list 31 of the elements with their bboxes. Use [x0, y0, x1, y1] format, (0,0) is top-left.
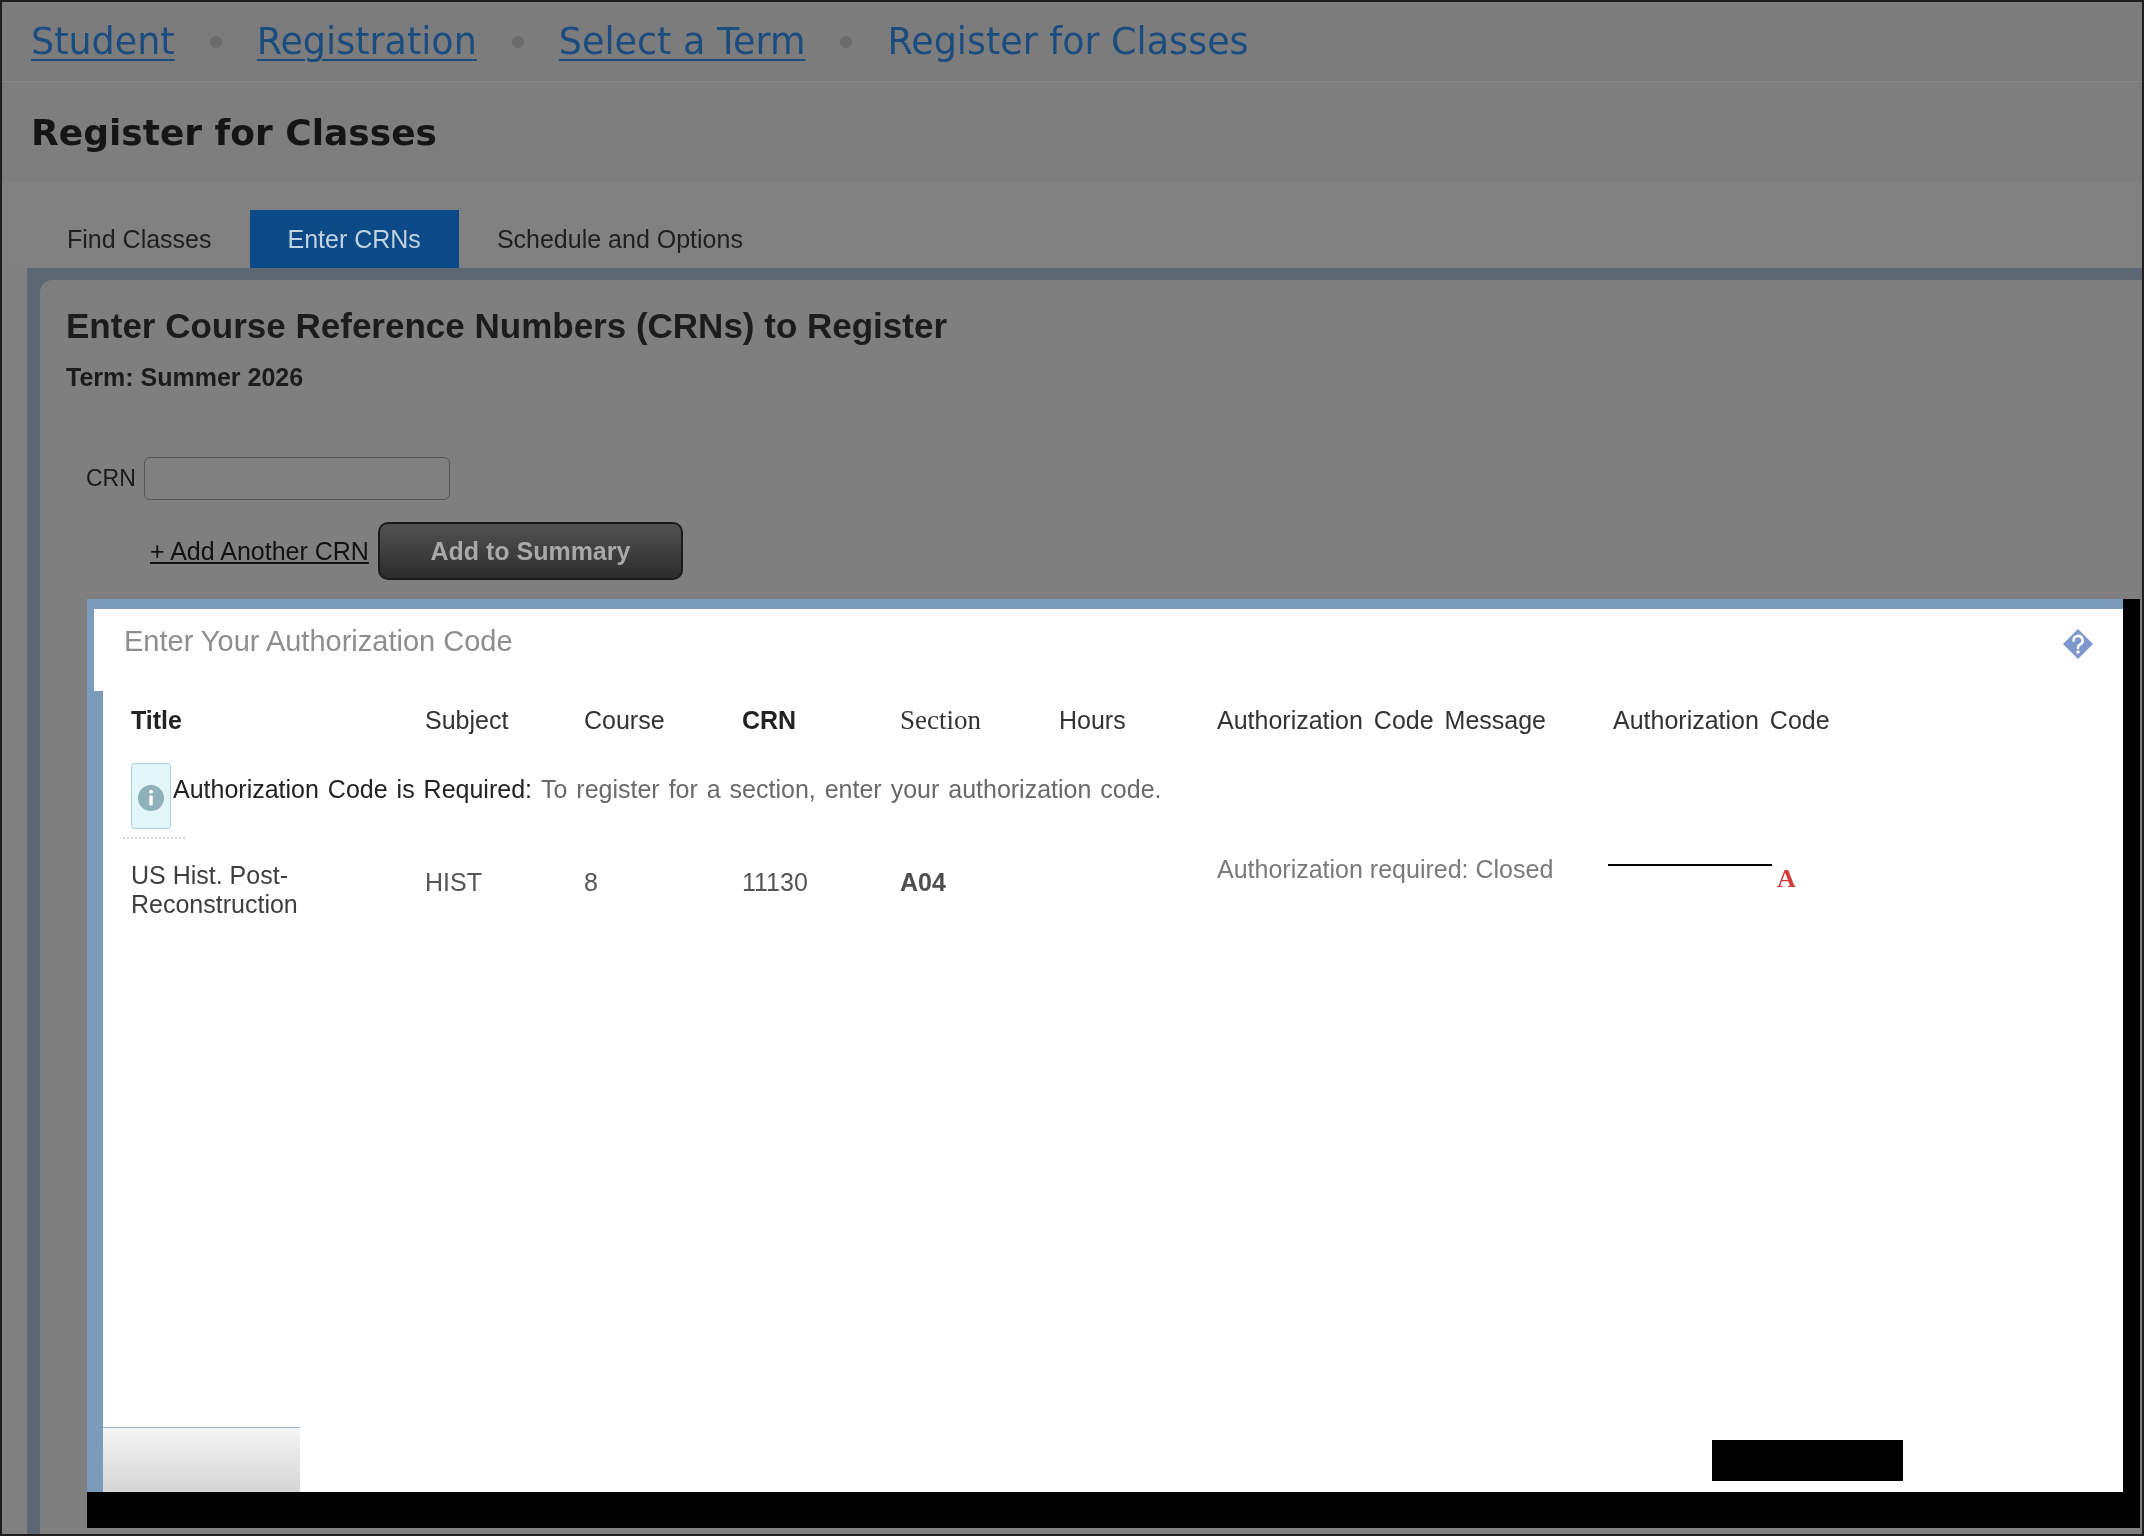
table-cell-text: US Hist. Post-Reconstruction [131, 860, 299, 919]
column-header: Course [584, 705, 665, 735]
term-label: Term: Summer 2026 [66, 362, 305, 392]
table-cell-text: A04 [900, 867, 946, 898]
help-icon[interactable] [2063, 629, 2093, 659]
column-header: Authorization Code [1613, 705, 1830, 735]
notice-text: To register for a section, enter your authorization code. [541, 774, 1162, 803]
notice-title: Authorization Code is Required: [173, 774, 532, 803]
required-mark: A [1777, 863, 1796, 894]
section-heading: Enter Course Reference Numbers (CRNs) to Register [66, 306, 949, 346]
column-header: Title [131, 705, 182, 735]
add-to-summary-button[interactable]: Add to Summary [377, 522, 683, 580]
table-cell-text: Authorization required: Closed [1217, 855, 1554, 885]
table-cell-text: 8 [584, 867, 598, 898]
add-crn-link[interactable]: + Add Another CRN [150, 536, 369, 566]
tab[interactable]: Find Classes [29, 210, 250, 268]
table-cell-text: 11130 [742, 867, 808, 898]
crn-label: CRN [86, 465, 136, 492]
breadcrumb-current: Register for Classes [887, 20, 1249, 63]
column-header: Hours [1059, 705, 1126, 735]
crn-input[interactable] [143, 457, 450, 500]
column-header: Authorization Code Message [1217, 705, 1547, 735]
column-header: CRN [742, 705, 797, 735]
dialog-title: Enter Your Authorization Code [124, 625, 513, 658]
info-icon [131, 763, 171, 829]
column-header: Subject [425, 705, 509, 735]
tab[interactable]: Schedule and Options [458, 210, 781, 268]
table-cell-text: HIST [425, 867, 482, 898]
page-title: Register for Classes [31, 111, 438, 153]
tab[interactable]: Enter CRNs [249, 210, 459, 268]
column-header: Section [900, 705, 981, 735]
